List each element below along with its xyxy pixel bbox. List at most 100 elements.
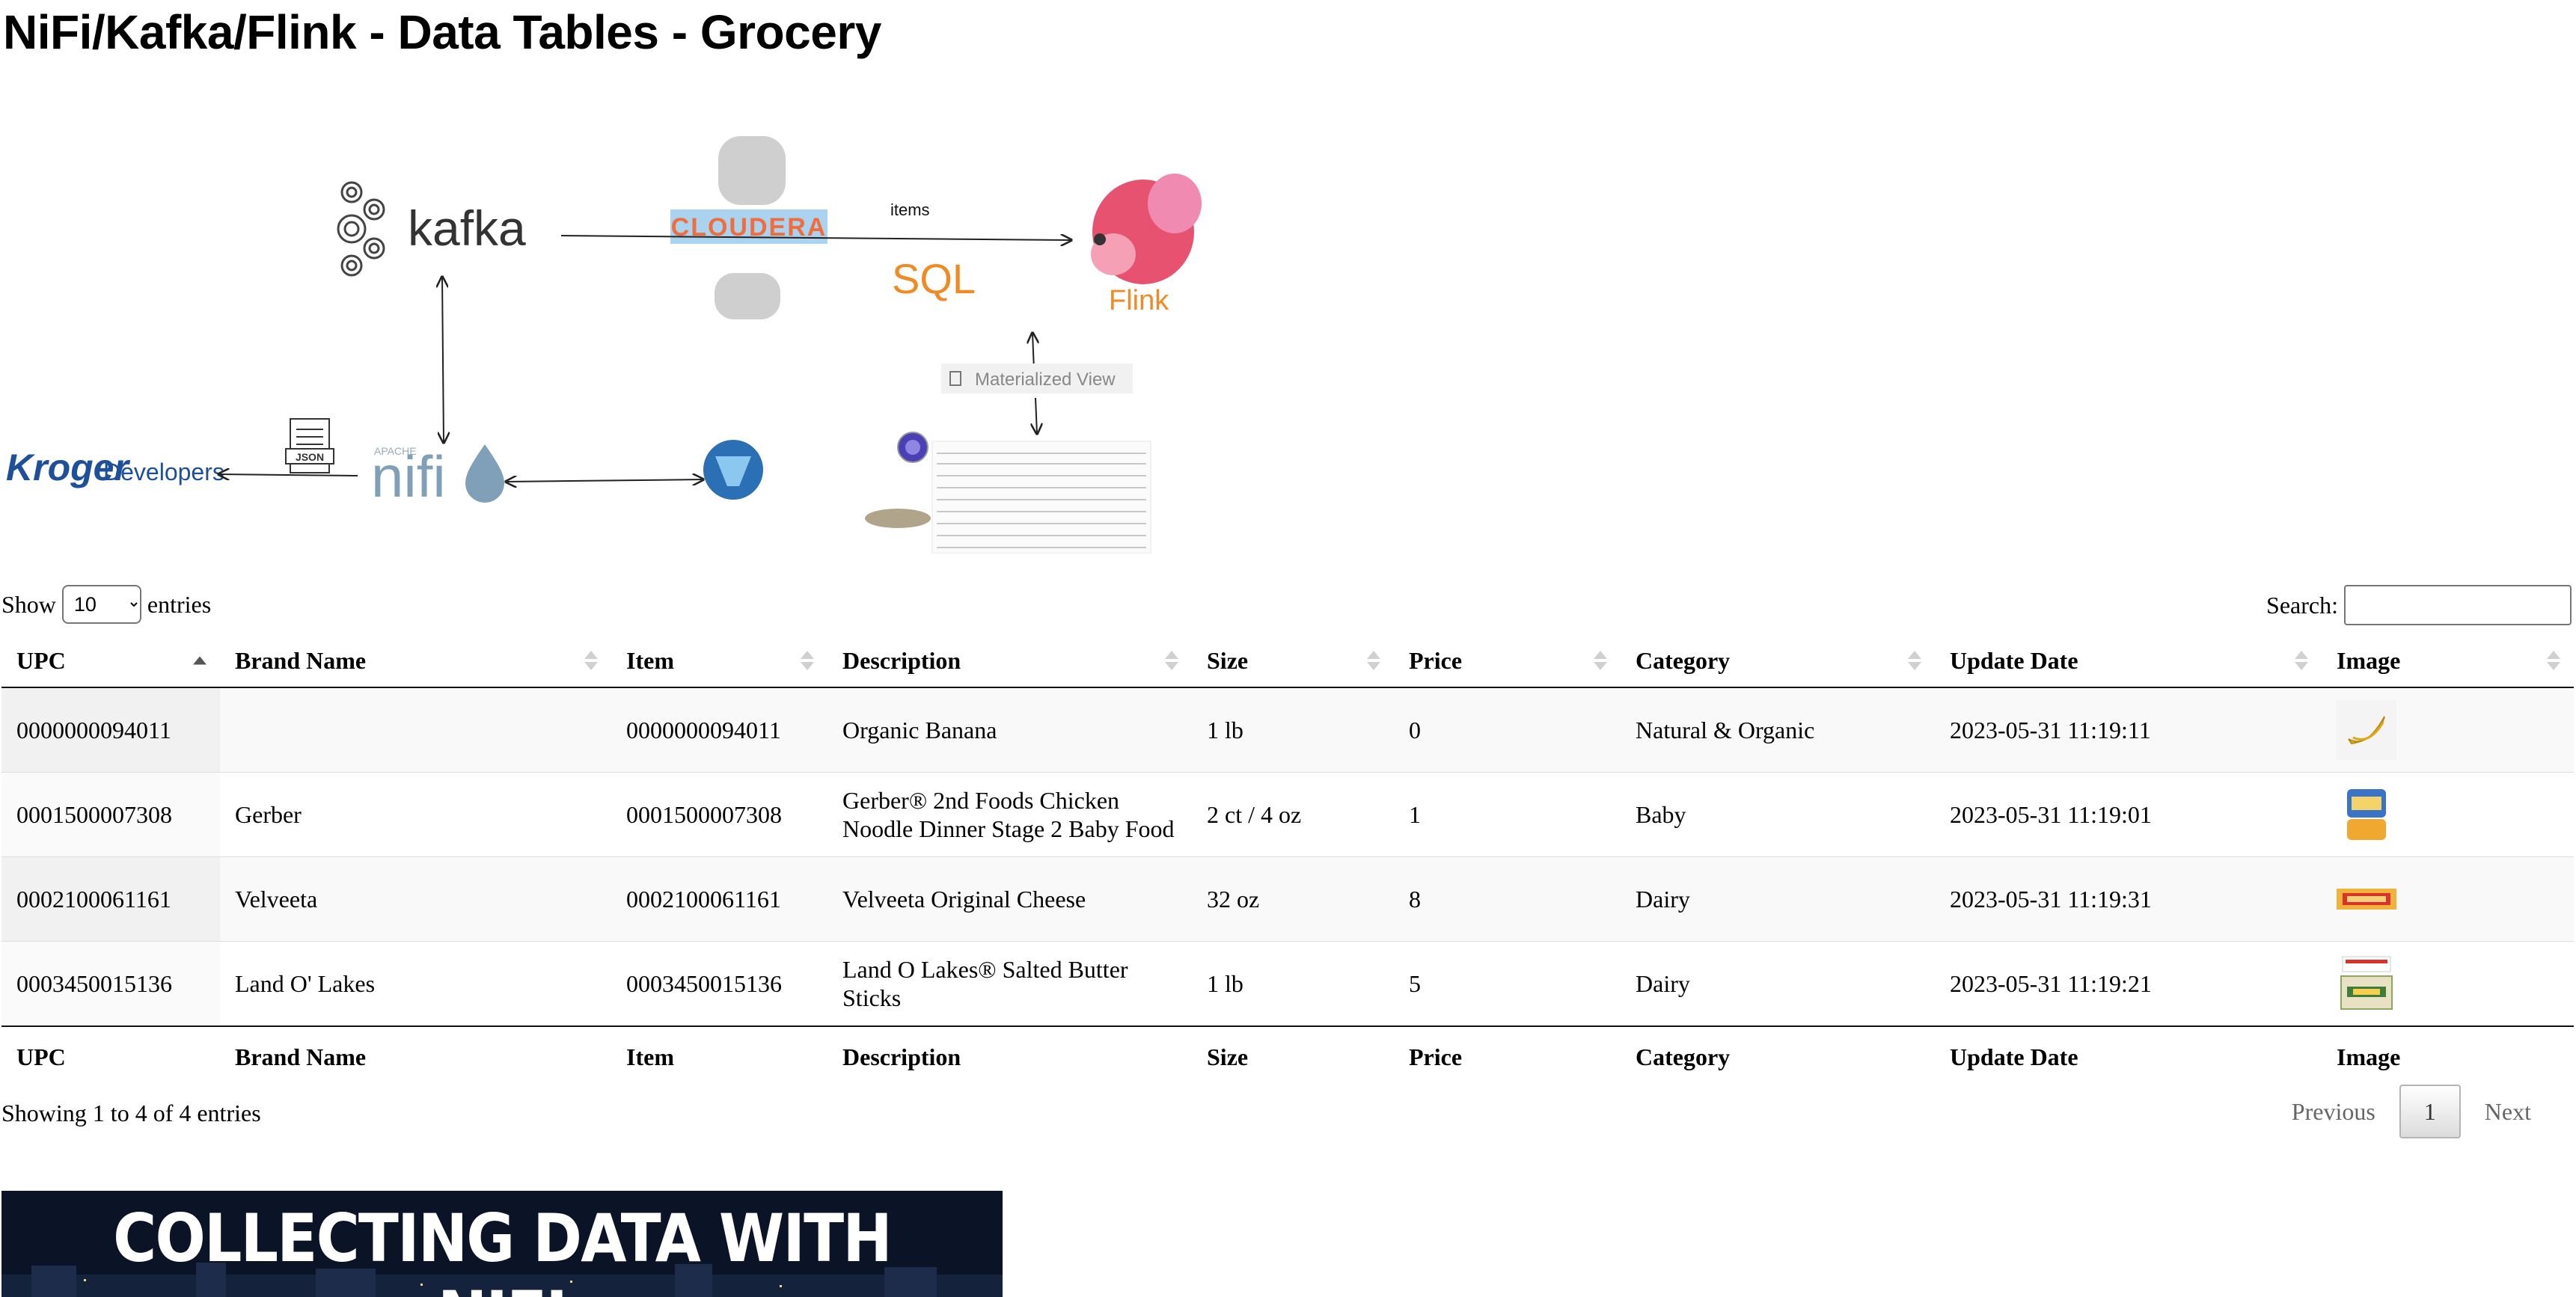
column-header-image[interactable]: Image [2322, 634, 2574, 688]
sort-icon [1908, 651, 1921, 670]
json-file-icon: JSON [285, 418, 334, 473]
next-button[interactable]: Next [2461, 1085, 2555, 1138]
category-cell: Dairy [1621, 856, 1935, 942]
update-date-cell: 2023-05-31 11:19:11 [1935, 687, 2322, 773]
description-cell: Land O Lakes® Salted Butter Sticks [827, 941, 1192, 1026]
previous-button[interactable]: Previous [2268, 1085, 2399, 1138]
price-cell: 1 [1394, 772, 1621, 857]
sort-icon [801, 651, 814, 670]
sort-icon [584, 651, 598, 670]
footer-size: Size [1192, 1025, 1394, 1087]
category-cell: Dairy [1621, 941, 1935, 1026]
sort-icon [2547, 651, 2560, 670]
image-cell [2322, 856, 2574, 942]
update-date-cell: 2023-05-31 11:19:01 [1935, 772, 2322, 857]
nifi-label: nifi [371, 444, 446, 509]
developers-label: Developers [103, 459, 224, 485]
brand-cell: Velveeta [220, 856, 611, 942]
banner-title: COLLECTING DATA WITH NIFI [113, 1200, 893, 1297]
kroger-developers-logo: Kroger Developers [6, 447, 224, 488]
upc-cell: 0000000094011 [1, 687, 220, 773]
item-cell: 0000000094011 [611, 687, 827, 773]
nifi-logo: APACHE nifi [371, 444, 504, 509]
data-store-icon [703, 440, 763, 500]
pagination: Previous 1 Next [2268, 1085, 2555, 1138]
nifi-banner-image: COLLECTING DATA WITH NIFI [1, 1191, 1003, 1297]
item-cell: 0001500007308 [611, 772, 827, 857]
description-cell: Velveeta Original Cheese [827, 856, 1192, 942]
column-header-category[interactable]: Category [1621, 634, 1935, 688]
baby-food-image [2347, 789, 2386, 840]
grocery-table: UPC Brand Name Item Description Size Pri… [1, 634, 2574, 1087]
flink-label: Flink [1109, 285, 1169, 316]
upc-cell: 0002100061161 [1, 856, 220, 942]
table-row: 0002100061161 Velveeta 0002100061161 Vel… [1, 856, 2574, 942]
sort-icon [1367, 651, 1380, 670]
table-row: 0000000094011 0000000094011 Organic Bana… [1, 687, 2574, 773]
upc-cell: 0003450015136 [1, 941, 220, 1026]
sort-icon [1165, 651, 1178, 670]
table-info: Showing 1 to 4 of 4 entries [1, 1100, 261, 1126]
search-input[interactable] [2344, 585, 2572, 625]
flink-logo: Flink [1091, 174, 1202, 316]
price-cell: 0 [1394, 687, 1621, 773]
price-cell: 8 [1394, 856, 1621, 942]
update-date-cell: 2023-05-31 11:19:21 [1935, 941, 2322, 1026]
architecture-diagram: kafka CLOUDERA items SQL Flink Materiali… [6, 136, 1202, 554]
item-cell: 0003450015136 [611, 941, 827, 1026]
image-cell [2322, 941, 2574, 1026]
upc-cell: 0001500007308 [1, 772, 220, 857]
column-header-item[interactable]: Item [611, 634, 827, 688]
search-label: Search: [2266, 591, 2338, 619]
sort-icon [193, 656, 206, 665]
sort-icon [2295, 651, 2308, 670]
description-cell: Gerber® 2nd Foods Chicken Noodle Dinner … [827, 772, 1192, 857]
size-cell: 2 ct / 4 oz [1192, 772, 1394, 857]
table-search: Search: [2266, 585, 2572, 625]
size-cell: 32 oz [1192, 856, 1394, 942]
cloudera-logo: CLOUDERA [670, 136, 827, 319]
footer-category: Category [1621, 1025, 1935, 1087]
column-header-brand-name[interactable]: Brand Name [220, 634, 611, 688]
svg-text:Materialized View: Materialized View [975, 370, 1116, 390]
description-cell: Organic Banana [827, 687, 1192, 773]
brand-cell [220, 687, 611, 773]
show-label: Show [1, 590, 56, 618]
items-label: items [890, 200, 930, 219]
footer-description: Description [827, 1025, 1192, 1087]
size-cell: 1 lb [1192, 941, 1394, 1026]
column-header-update-date[interactable]: Update Date [1935, 634, 2322, 688]
footer-image: Image [2322, 1025, 2574, 1087]
footer-upc: UPC [1, 1025, 220, 1087]
page-1-button[interactable]: 1 [2399, 1085, 2461, 1138]
column-header-price[interactable]: Price [1394, 634, 1621, 688]
kafka-label: kafka [408, 200, 526, 256]
column-header-size[interactable]: Size [1192, 634, 1394, 688]
brand-cell: Land O' Lakes [220, 941, 611, 1026]
entries-length-control: Show 10 entries [1, 585, 211, 624]
kafka-logo: kafka [337, 181, 526, 277]
category-cell: Natural & Organic [1621, 687, 1935, 773]
table-row: 0003450015136 Land O' Lakes 000345001513… [1, 941, 2574, 1026]
column-header-description[interactable]: Description [827, 634, 1192, 688]
footer-item: Item [611, 1025, 827, 1087]
footer-brand-name: Brand Name [220, 1025, 611, 1087]
footer-price: Price [1394, 1025, 1621, 1087]
update-date-cell: 2023-05-31 11:19:31 [1935, 856, 2322, 942]
size-cell: 1 lb [1192, 687, 1394, 773]
butter-image [2340, 956, 2393, 1010]
materialized-view-label: Materialized View [941, 364, 1133, 393]
table-row: 0001500007308 Gerber 0001500007308 Gerbe… [1, 772, 2574, 857]
cheese-image [2337, 889, 2396, 910]
entries-per-page-select[interactable]: 10 [61, 585, 141, 624]
banana-image [2337, 700, 2396, 760]
price-cell: 5 [1394, 941, 1621, 1026]
column-header-upc[interactable]: UPC [1, 634, 220, 688]
image-cell [2322, 772, 2574, 857]
brand-cell: Gerber [220, 772, 611, 857]
svg-text:JSON: JSON [296, 451, 324, 463]
item-cell: 0002100061161 [611, 856, 827, 942]
sort-icon [1594, 651, 1607, 670]
footer-update-date: Update Date [1935, 1025, 2322, 1087]
image-cell [2322, 687, 2574, 773]
